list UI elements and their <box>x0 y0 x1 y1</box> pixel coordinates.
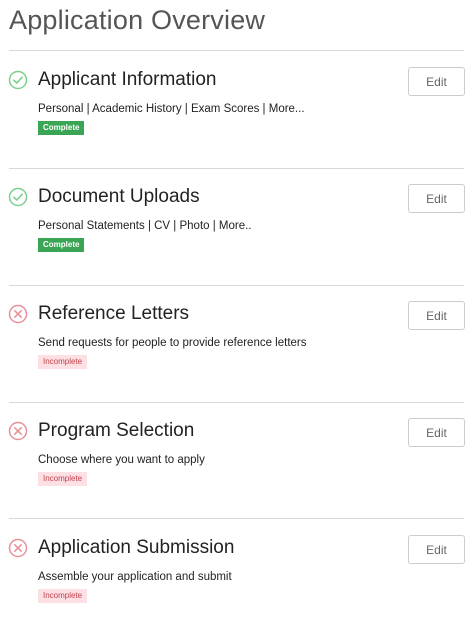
section-document-uploads: Document Uploads Personal Statements | C… <box>0 184 474 301</box>
section-description: Choose where you want to apply <box>38 454 205 466</box>
divider <box>9 402 464 403</box>
edit-button[interactable]: Edit <box>408 301 465 330</box>
divider <box>9 518 464 519</box>
edit-button[interactable]: Edit <box>408 67 465 96</box>
status-badge: Complete <box>38 238 85 252</box>
section-reference-letters: Reference Letters Send requests for peop… <box>0 301 474 418</box>
status-badge: Incomplete <box>38 355 88 369</box>
check-circle-icon <box>8 70 28 90</box>
section-description: Personal Statements | CV | Photo | More.… <box>38 220 252 232</box>
x-circle-icon <box>8 421 28 441</box>
divider <box>9 50 464 51</box>
application-overview-page: Application Overview Applicant Informati… <box>0 0 474 622</box>
x-circle-icon <box>8 538 28 558</box>
section-title: Applicant Information <box>38 69 217 90</box>
check-circle-icon <box>8 187 28 207</box>
section-applicant-information: Applicant Information Personal | Academi… <box>0 67 474 184</box>
edit-button[interactable]: Edit <box>408 418 465 447</box>
x-circle-icon <box>8 304 28 324</box>
section-title: Reference Letters <box>38 303 190 324</box>
divider <box>9 285 464 286</box>
status-badge: Incomplete <box>38 472 88 486</box>
status-badge: Incomplete <box>38 589 88 603</box>
section-description: Personal | Academic History | Exam Score… <box>38 103 305 115</box>
edit-button[interactable]: Edit <box>408 535 465 564</box>
page-title: Application Overview <box>9 5 266 35</box>
status-badge: Complete <box>38 121 85 135</box>
section-description: Send requests for people to provide refe… <box>38 337 307 349</box>
section-title: Application Submission <box>38 537 235 558</box>
section-application-submission: Application Submission Assemble your app… <box>0 535 474 622</box>
section-description: Assemble your application and submit <box>38 571 232 583</box>
edit-button[interactable]: Edit <box>408 184 465 213</box>
section-title: Program Selection <box>38 420 195 441</box>
section-title: Document Uploads <box>38 186 200 207</box>
divider <box>9 168 464 169</box>
